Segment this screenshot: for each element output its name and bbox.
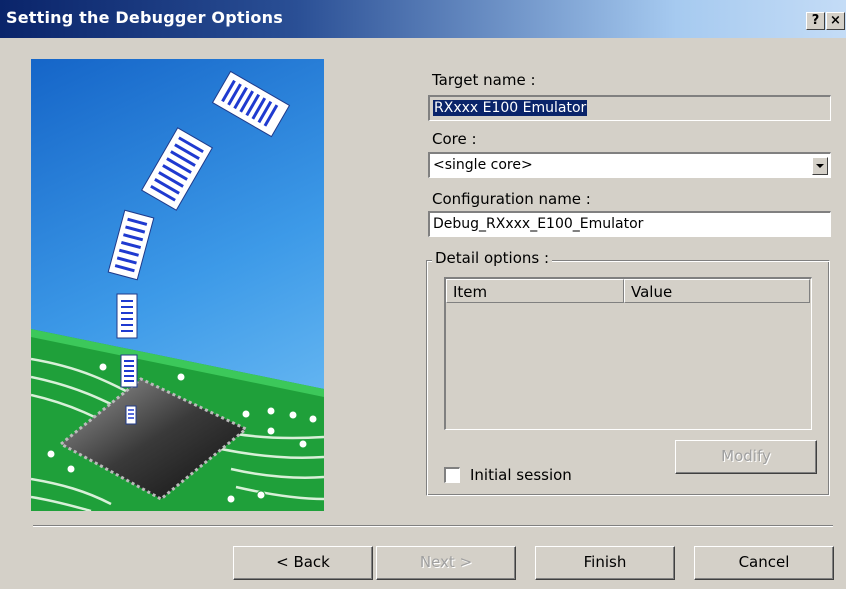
core-label: Core : [432, 130, 477, 148]
config-name-input[interactable]: Debug_RXxxx_E100_Emulator [428, 211, 831, 237]
core-combobox[interactable]: <single core> [428, 152, 831, 178]
cancel-button[interactable]: Cancel [694, 546, 834, 580]
detail-options-label: Detail options : [432, 249, 553, 267]
back-button[interactable]: < Back [233, 546, 373, 580]
wizard-illustration [31, 59, 324, 511]
target-name-field[interactable]: RXxxx E100 Emulator [428, 95, 831, 121]
target-name-value: RXxxx E100 Emulator [433, 100, 588, 116]
next-button[interactable]: Next > [376, 546, 516, 580]
title-bar: Setting the Debugger Options ? × [0, 0, 846, 38]
finish-button[interactable]: Finish [535, 546, 675, 580]
core-value: <single core> [433, 157, 533, 173]
footer-separator [33, 525, 833, 527]
close-icon[interactable]: × [826, 12, 845, 30]
config-name-label: Configuration name : [432, 190, 591, 208]
help-icon[interactable]: ? [806, 12, 825, 30]
chevron-down-icon[interactable] [812, 157, 828, 175]
window-title: Setting the Debugger Options [6, 8, 283, 27]
column-header-value[interactable]: Value [624, 279, 810, 303]
initial-session-label: Initial session [470, 466, 572, 484]
modify-button[interactable]: Modify [675, 440, 817, 474]
target-name-label: Target name : [432, 71, 536, 89]
initial-session-checkbox[interactable] [444, 467, 460, 483]
config-name-value: Debug_RXxxx_E100_Emulator [433, 216, 644, 232]
column-header-item[interactable]: Item [446, 279, 624, 303]
detail-options-list[interactable]: Item Value [444, 277, 812, 430]
